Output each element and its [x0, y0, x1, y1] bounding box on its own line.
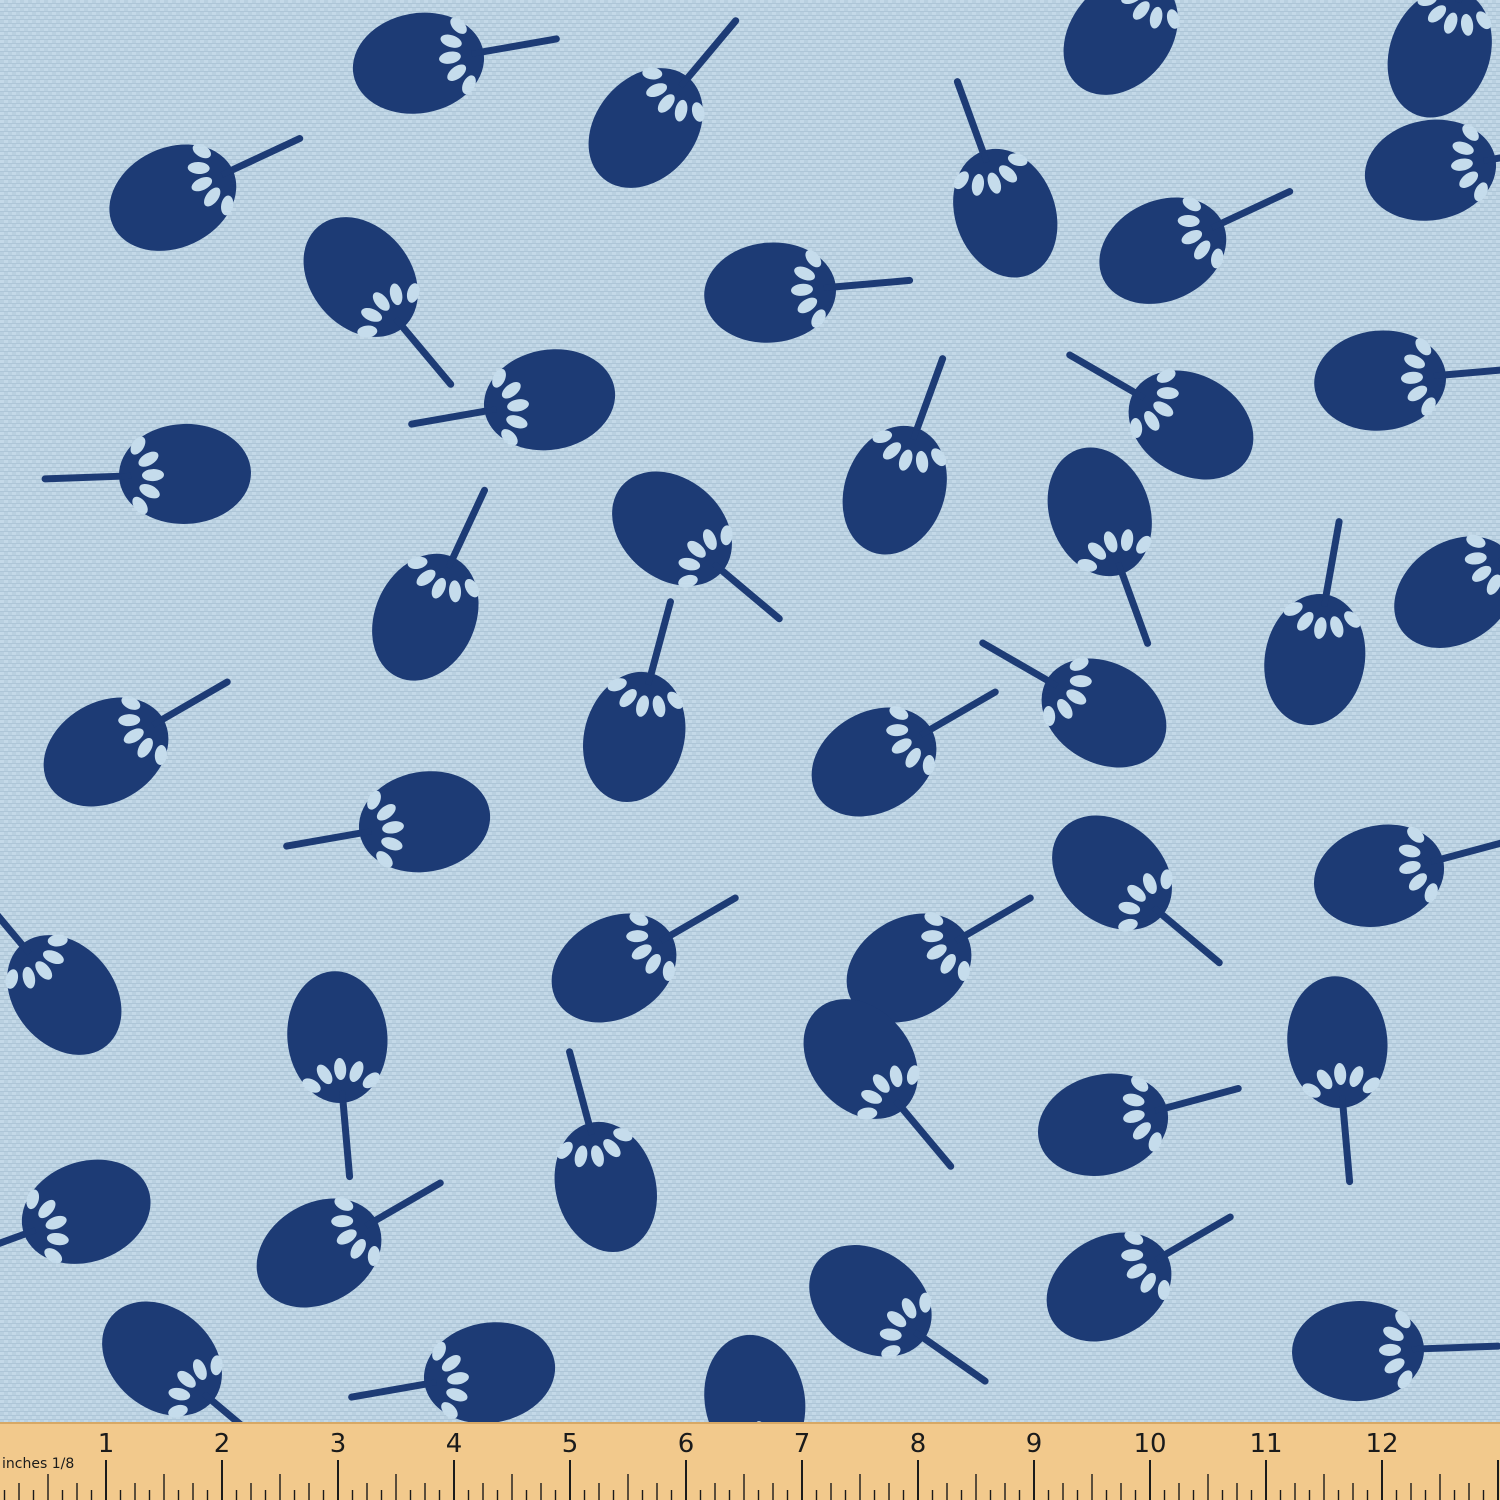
ruler-unit-label: inches 1/8	[2, 1456, 74, 1472]
ruler-number: 11	[1249, 1429, 1282, 1459]
ruler-number: 4	[446, 1429, 463, 1459]
ruler-number: 5	[562, 1429, 579, 1459]
ruler-number: 6	[678, 1429, 695, 1459]
ruler-number: 8	[910, 1429, 927, 1459]
ruler-number: 2	[214, 1429, 231, 1459]
ruler-number: 1	[98, 1429, 115, 1459]
ruler-number: 3	[330, 1429, 347, 1459]
measuring-ruler: 1234567891011121 inches 1/8	[0, 1422, 1500, 1500]
ruler-number: 12	[1365, 1429, 1398, 1459]
ruler-number: 7	[794, 1429, 811, 1459]
fabric-pattern	[0, 0, 1500, 1422]
ruler-number: 9	[1026, 1429, 1043, 1459]
ruler-number: 10	[1133, 1429, 1166, 1459]
